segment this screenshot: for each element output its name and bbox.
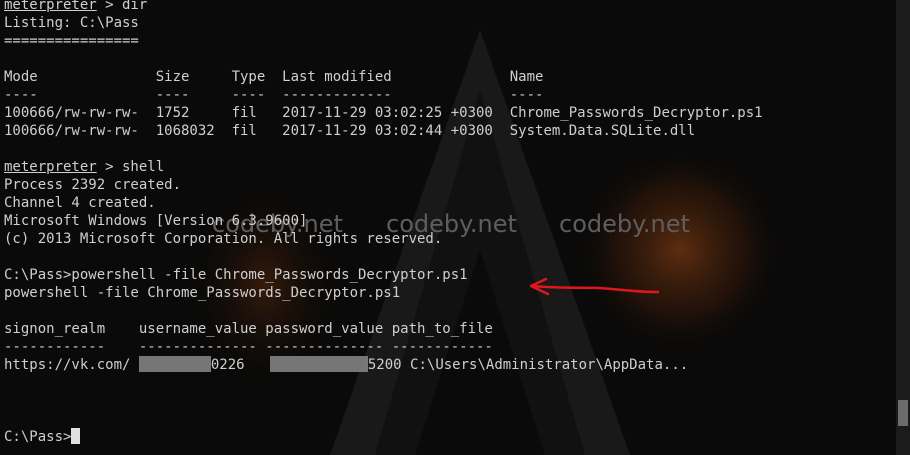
line-text: Mode Size Type Last modified Name bbox=[4, 69, 544, 85]
line-text: (c) 2013 Microsoft Corporation. All righ… bbox=[4, 231, 443, 247]
terminal-line: Mode Size Type Last modified Name bbox=[4, 68, 896, 86]
line-text: Microsoft Windows [Version 6.3.9600] bbox=[4, 213, 308, 229]
line-text: C:\Pass> bbox=[4, 429, 72, 445]
line-text: Process 2392 created. bbox=[4, 177, 182, 193]
terminal-line: powershell -file Chrome_Passwords_Decryp… bbox=[4, 284, 896, 302]
line-text: powershell -file Chrome_Passwords_Decryp… bbox=[4, 285, 401, 301]
line-text: ================ bbox=[4, 33, 139, 49]
meterpreter-prompt: meterpreter bbox=[4, 0, 97, 13]
redacted-value bbox=[269, 356, 368, 372]
terminal-line: ------------ -------------- ------------… bbox=[4, 338, 896, 356]
terminal-line: ================ bbox=[4, 32, 896, 50]
line-text: Channel 4 created. bbox=[4, 195, 156, 211]
terminal-output: meterpreter > dir Listing: C:\Pass =======… bbox=[4, 0, 896, 446]
terminal-window[interactable]: codeby.net codeby.net codeby.net meterpr… bbox=[0, 0, 896, 455]
terminal-line: ---- ---- ---- ------------- ---- bbox=[4, 86, 896, 104]
scrollbar-thumb[interactable] bbox=[898, 400, 908, 426]
line-text: signon_realm username_value password_val… bbox=[4, 321, 493, 337]
redacted-value bbox=[138, 356, 211, 372]
terminal-line: Channel 4 created. bbox=[4, 194, 896, 212]
terminal-line: C:\Pass>powershell -file Chrome_Password… bbox=[4, 266, 896, 284]
signon-realm-value: https://vk.com/ bbox=[4, 357, 139, 373]
vertical-scrollbar[interactable] bbox=[896, 0, 910, 455]
terminal-line: https://vk.com/ 0226 5200 C:\Users\Admin… bbox=[4, 356, 896, 374]
red-arrow-annotation bbox=[529, 278, 660, 296]
terminal-line: 100666/rw-rw-rw- 1068032 fil 2017-11-29 … bbox=[4, 122, 896, 140]
terminal-line: (c) 2013 Microsoft Corporation. All righ… bbox=[4, 230, 896, 248]
terminal-line: meterpreter > shell bbox=[4, 158, 896, 176]
line-text: 100666/rw-rw-rw- 1068032 fil 2017-11-29 … bbox=[4, 123, 696, 139]
terminal-line: C:\Pass> bbox=[4, 428, 896, 446]
terminal-line: meterpreter > dir bbox=[4, 0, 896, 14]
terminal-line: Process 2392 created. bbox=[4, 176, 896, 194]
username-value: 0226 bbox=[210, 357, 270, 373]
path-to-file-value: C:\Users\Administrator\AppData... bbox=[410, 357, 689, 373]
terminal-line: 100666/rw-rw-rw- 1752 fil 2017-11-29 03:… bbox=[4, 104, 896, 122]
text-cursor bbox=[71, 428, 81, 444]
line-text: > dir bbox=[96, 0, 148, 13]
line-text: C:\Pass>powershell -file Chrome_Password… bbox=[4, 267, 468, 283]
terminal-line: signon_realm username_value password_val… bbox=[4, 320, 896, 338]
terminal-line: Listing: C:\Pass bbox=[4, 14, 896, 32]
password-value: 5200 bbox=[367, 357, 411, 373]
line-text: ------------ -------------- ------------… bbox=[4, 339, 493, 355]
meterpreter-prompt: meterpreter bbox=[4, 159, 97, 175]
line-text: > shell bbox=[96, 159, 165, 175]
terminal-line: Microsoft Windows [Version 6.3.9600] bbox=[4, 212, 896, 230]
line-text: Listing: C:\Pass bbox=[4, 15, 139, 31]
line-text: ---- ---- ---- ------------- ---- bbox=[4, 87, 544, 103]
line-text: 100666/rw-rw-rw- 1752 fil 2017-11-29 03:… bbox=[4, 105, 763, 121]
